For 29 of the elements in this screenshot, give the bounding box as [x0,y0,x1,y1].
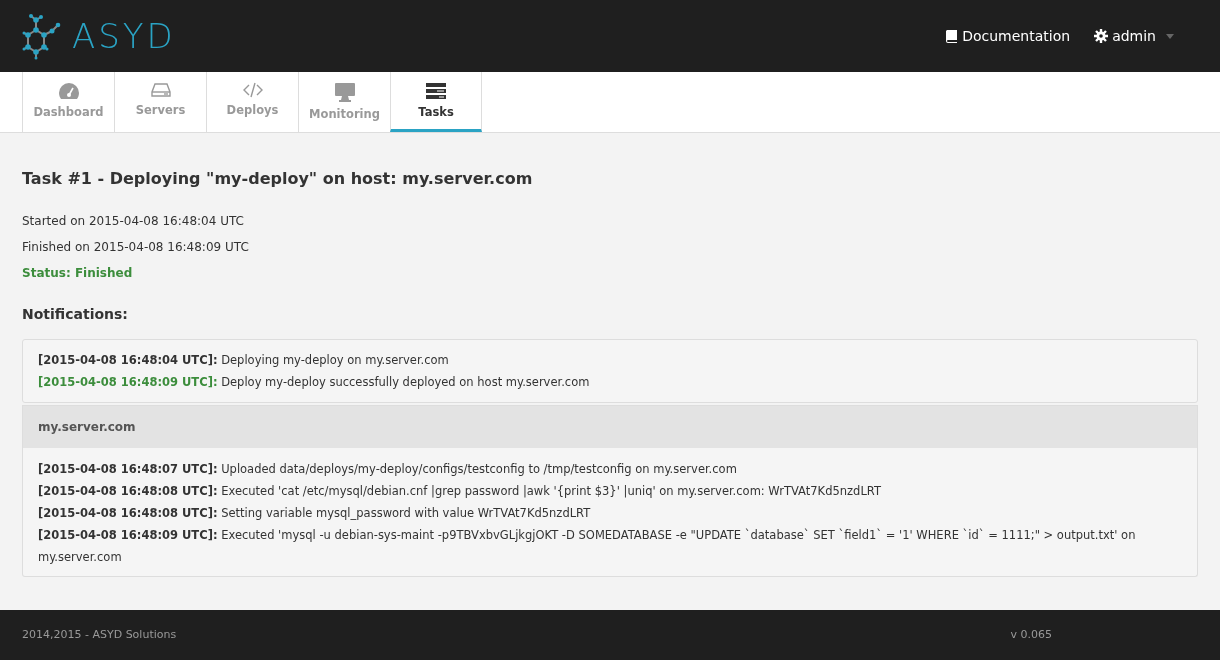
settings-icon [1094,29,1109,43]
nav-link[interactable]: Documentation [945,25,1071,47]
version-text: v 0.065 [1010,626,1052,643]
log-line: [2015-04-08 16:48:04 UTC]: Deploying my-deploy on my.server.com [38,352,450,369]
nav-tab[interactable]: Tasks [390,72,482,132]
book-icon [945,29,959,43]
finished-text: Finished on 2015-04-08 16:48:09 UTC [22,239,250,257]
nav-tab[interactable]: Deploys [206,72,298,132]
log-line: [2015-04-08 16:48:08 UTC]: Executed 'cat /etc/mysql/debian.cnf |grep password |awk '{print $3}' |uniq' on my.server.com: WrTVAt7Kd5nzdLRT [38,483,882,500]
status-text: Status: Finished [22,265,134,283]
nav-tab[interactable]: Dashboard [22,72,114,132]
host-header: my.server.com [22,405,1198,448]
nav-tab[interactable]: Monitoring [298,72,390,132]
drive-icon [150,82,171,98]
nav-tab[interactable]: Servers [114,72,206,132]
started-text: Started on 2015-04-08 16:48:04 UTC [22,213,245,231]
log-line: [2015-04-08 16:48:09 UTC]: Executed 'mysql -u debian-sys-maint -p9TBVxbvGLjkgjOKT -D SOMEDATABASE -e "UPDATE `database` SET `field1` = '1' WHERE `id` = 1111;" > output.txt' on my.server.com [38,527,1137,566]
code-icon [241,82,264,98]
tasks-icon [425,82,447,100]
logo-text: ASYD [72,19,176,53]
notifications-heading: Notifications: [22,306,129,323]
log-line: [2015-04-08 16:48:07 UTC]: Uploaded data/deploys/my-deploy/configs/testconfig to /tmp/testconfig on my.server.com [38,461,738,478]
nav-link[interactable]: admin [1094,25,1174,47]
log-line: [2015-04-08 16:48:09 UTC]: Deploy my-deploy successfully deployed on host my.server.com [38,374,591,391]
log-line: [2015-04-08 16:48:08 UTC]: Setting variable mysql_password with value WrTVAt7Kd5nzdLRT [38,505,592,522]
task-title: Task #1 - Deploying "my-deploy" on host: my.server.com [22,169,534,189]
copyright-text: 2014,2015 - ASYD Solutions [22,626,177,643]
monitor-icon [333,82,356,102]
gauge-icon [57,82,80,100]
